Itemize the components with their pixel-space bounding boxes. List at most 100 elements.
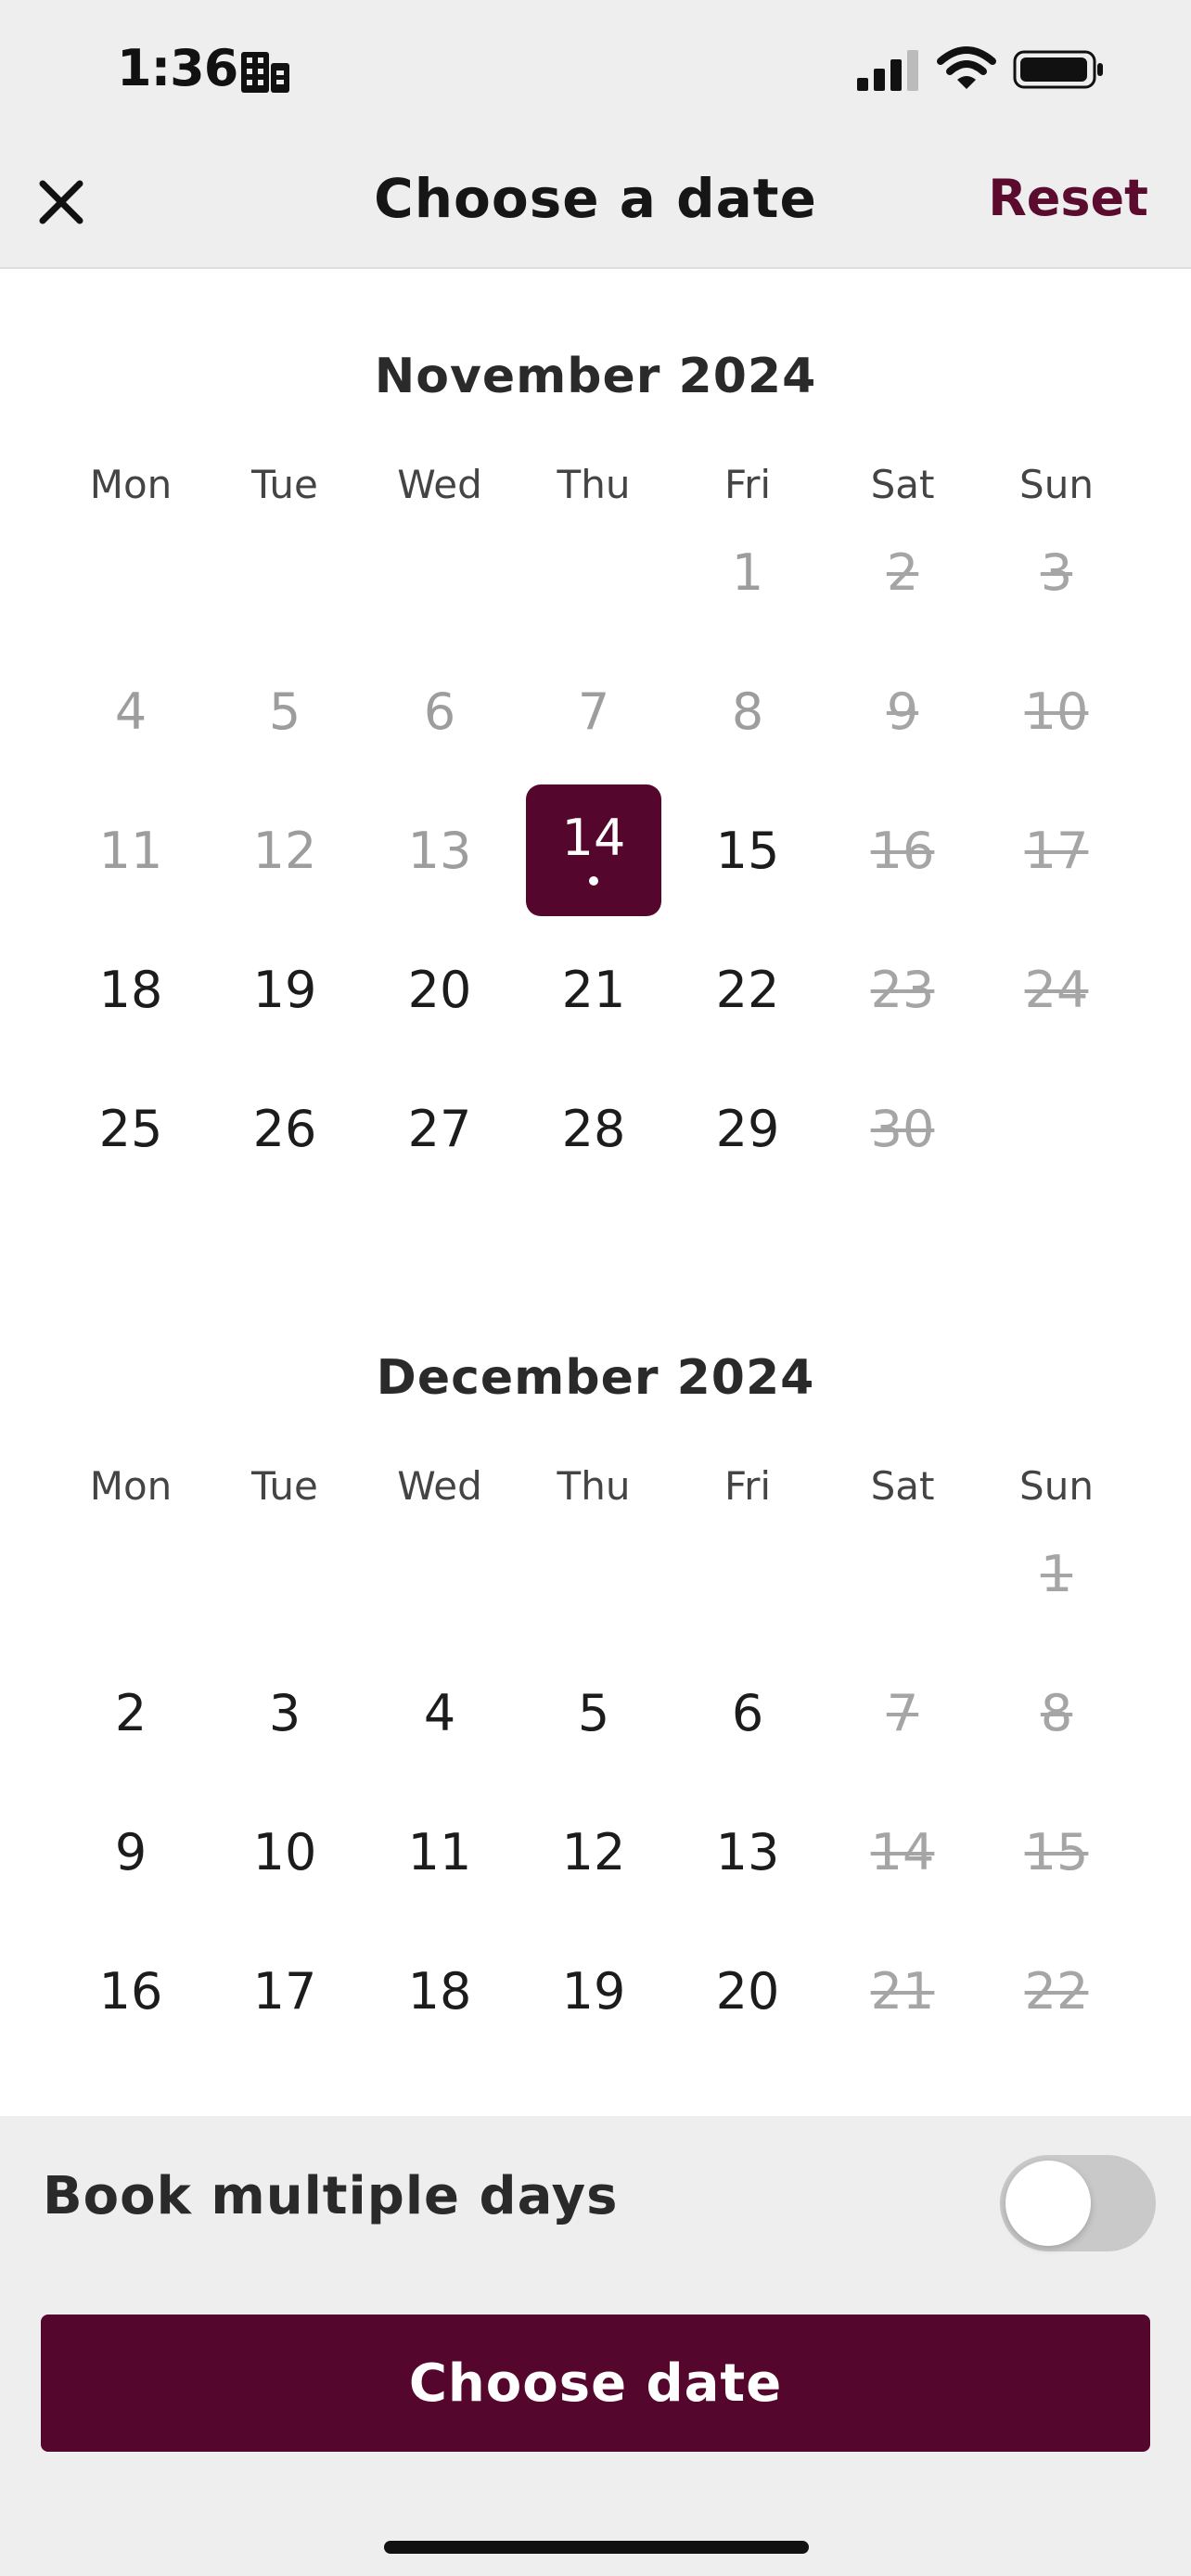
toggle-knob [1005, 2161, 1091, 2246]
day-number: 22 [715, 960, 780, 1019]
day-number: 29 [715, 1099, 780, 1158]
day-cell: 9 [835, 645, 970, 777]
book-multiple-days-label: Book multiple days [43, 2166, 619, 2226]
reset-button[interactable]: Reset [988, 169, 1148, 227]
weekday-header-fri: Fri [724, 1463, 772, 1509]
day-cell: 30 [835, 1063, 970, 1194]
day-number: 14 [870, 1822, 935, 1881]
day-number: 16 [98, 1961, 163, 2021]
day-cell: 13 [372, 784, 507, 916]
day-cell[interactable]: 3 [217, 1647, 352, 1779]
weekday-header-wed: Wed [397, 1463, 482, 1509]
wifi-icon [937, 46, 996, 89]
battery-icon [1013, 50, 1103, 89]
bottom-panel: Book multiple days Choose date [0, 2116, 1191, 2576]
day-cell[interactable]: 13 [680, 1786, 815, 1918]
choose-date-button[interactable]: Choose date [41, 2315, 1150, 2452]
day-cell: 24 [989, 924, 1124, 1055]
day-number: 9 [886, 682, 919, 741]
weekday-header-thu: Thu [557, 1463, 631, 1509]
day-number: 20 [407, 960, 472, 1019]
day-number: 30 [870, 1099, 935, 1158]
weekday-header-wed: Wed [397, 462, 482, 507]
day-number: 18 [407, 1961, 472, 2021]
day-cell[interactable]: 20 [372, 924, 507, 1055]
day-number: 7 [577, 682, 610, 741]
day-cell: 10 [989, 645, 1124, 777]
day-cell[interactable]: 19 [217, 924, 352, 1055]
day-number: 15 [715, 821, 780, 880]
day-number: 23 [870, 960, 935, 1019]
day-cell[interactable]: 11 [372, 1786, 507, 1918]
day-cell: 3 [989, 506, 1124, 638]
day-cell[interactable]: 28 [526, 1063, 661, 1194]
day-cell[interactable]: 6 [680, 1647, 815, 1779]
home-indicator [384, 2541, 809, 2554]
day-number: 15 [1024, 1822, 1089, 1881]
day-cell: 1 [680, 506, 815, 638]
day-cell[interactable]: 19 [526, 1925, 661, 2057]
day-number: 21 [561, 960, 626, 1019]
day-cell: 7 [835, 1647, 970, 1779]
day-cell: 16 [835, 784, 970, 916]
day-number: 25 [98, 1099, 163, 1158]
month-title: November 2024 [374, 349, 817, 404]
weekday-header-sun: Sun [1019, 1463, 1094, 1509]
day-cell: 8 [989, 1647, 1124, 1779]
book-multiple-days-toggle[interactable] [1000, 2155, 1156, 2251]
day-cell[interactable]: 18 [63, 924, 198, 1055]
day-cell: 15 [989, 1786, 1124, 1918]
day-cell: 6 [372, 645, 507, 777]
calendar-scroll-view[interactable]: November 2024 Mon Tue Wed Thu Fri Sat Sun 1 2 3 4 5 6… [0, 271, 1191, 2116]
day-number: 3 [268, 1683, 301, 1742]
header-bar: Choose a date Reset [0, 148, 1191, 269]
day-cell: 2 [835, 506, 970, 638]
day-number: 2 [114, 1683, 147, 1742]
day-cell[interactable]: 21 [526, 924, 661, 1055]
day-cell: 4 [63, 645, 198, 777]
day-number: 22 [1024, 1961, 1089, 2021]
day-cell[interactable]: 4 [372, 1647, 507, 1779]
cellular-signal-icon [857, 50, 918, 91]
day-number: 16 [870, 821, 935, 880]
day-cell: 12 [217, 784, 352, 916]
day-cell: 14 [835, 1786, 970, 1918]
weekday-header-fri: Fri [724, 462, 772, 507]
day-cell: 11 [63, 784, 198, 916]
day-number: 11 [407, 1822, 472, 1881]
building-icon [241, 52, 289, 93]
weekday-header-tue: Tue [251, 1463, 318, 1509]
day-cell: 21 [835, 1925, 970, 2057]
day-cell[interactable]: 25 [63, 1063, 198, 1194]
day-cell[interactable]: 5 [526, 1647, 661, 1779]
status-time: 1:36 [117, 39, 238, 97]
day-number: 19 [252, 960, 317, 1019]
day-number: 13 [715, 1822, 780, 1881]
day-cell[interactable]: 27 [372, 1063, 507, 1194]
day-cell-selected[interactable]: 14 [526, 784, 661, 916]
day-number: 21 [870, 1961, 935, 2021]
day-number: 5 [268, 682, 301, 741]
day-cell[interactable]: 29 [680, 1063, 815, 1194]
day-cell[interactable]: 2 [63, 1647, 198, 1779]
day-number: 10 [1024, 682, 1089, 741]
day-number: 19 [561, 1961, 626, 2021]
day-cell[interactable]: 22 [680, 924, 815, 1055]
day-cell: 1 [989, 1508, 1124, 1639]
day-cell[interactable]: 20 [680, 1925, 815, 2057]
day-cell[interactable]: 16 [63, 1925, 198, 2057]
day-number: 9 [114, 1822, 147, 1881]
day-number: 6 [731, 1683, 764, 1742]
day-cell[interactable]: 10 [217, 1786, 352, 1918]
day-number: 1 [1040, 1544, 1073, 1603]
day-number: 28 [561, 1099, 626, 1158]
day-cell[interactable]: 18 [372, 1925, 507, 2057]
day-number: 26 [252, 1099, 317, 1158]
day-number: 24 [1024, 960, 1089, 1019]
day-cell[interactable]: 12 [526, 1786, 661, 1918]
day-cell[interactable]: 17 [217, 1925, 352, 2057]
day-cell[interactable]: 15 [680, 784, 815, 916]
weekday-header-thu: Thu [557, 462, 631, 507]
day-cell[interactable]: 26 [217, 1063, 352, 1194]
day-cell[interactable]: 9 [63, 1786, 198, 1918]
